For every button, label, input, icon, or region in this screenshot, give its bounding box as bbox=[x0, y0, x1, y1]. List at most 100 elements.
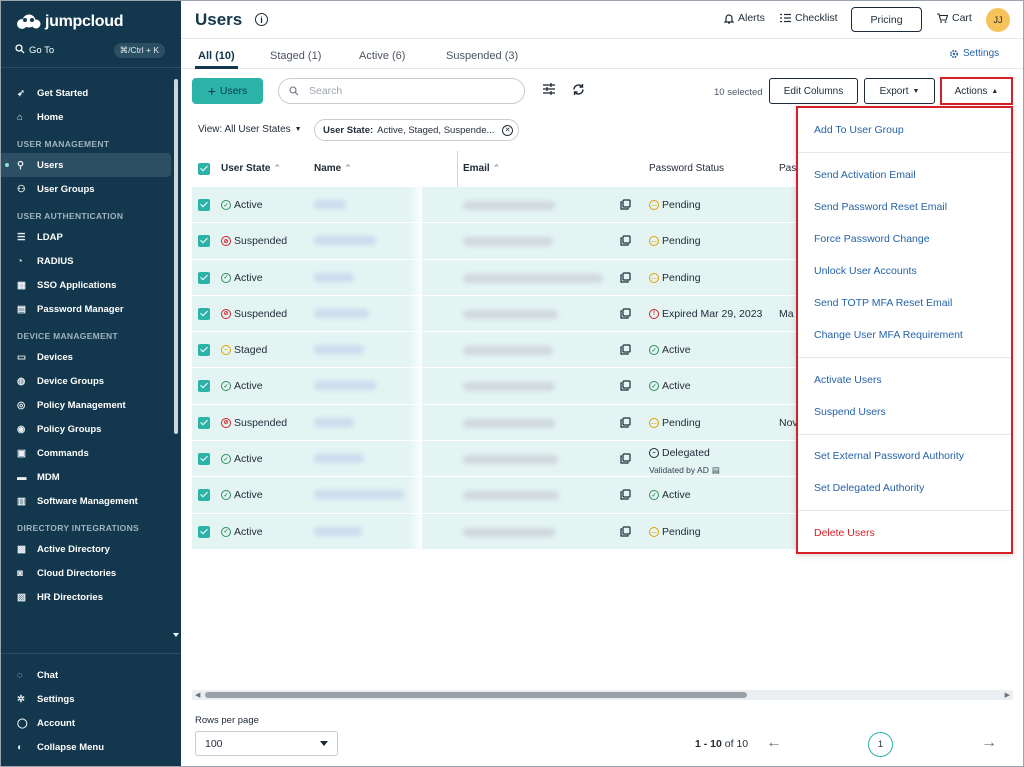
page-number-button[interactable]: 1 bbox=[868, 732, 893, 757]
redacted-name[interactable] bbox=[314, 454, 364, 464]
sidebar-item-users[interactable]: ⚲ Users bbox=[1, 153, 171, 177]
arrow-left-icon[interactable]: ← bbox=[766, 734, 782, 752]
refresh-icon[interactable] bbox=[572, 83, 585, 99]
pricing-button[interactable]: Pricing bbox=[851, 7, 922, 32]
table-row[interactable]: ✓ Active … Pending bbox=[192, 513, 796, 550]
sidebar-item-get-started[interactable]: ➶ Get Started bbox=[1, 81, 181, 105]
copy-icon[interactable] bbox=[620, 344, 631, 355]
redacted-name[interactable] bbox=[314, 526, 362, 536]
menu-item-unlock-user-accounts[interactable]: Unlock User Accounts bbox=[814, 265, 917, 277]
redacted-email[interactable] bbox=[463, 309, 558, 319]
table-row[interactable]: – Staged ✓ Active bbox=[192, 332, 796, 369]
table-row[interactable]: ✓ Active – Delegated Validated by AD ▤ bbox=[192, 441, 796, 478]
copy-icon[interactable] bbox=[620, 308, 631, 319]
sidebar-scroll-down-arrow[interactable] bbox=[173, 633, 179, 637]
scroll-right-arrow[interactable]: ▶ bbox=[1005, 691, 1010, 699]
sidebar-item-sso-applications[interactable]: ▦ SSO Applications bbox=[1, 273, 181, 297]
row-checkbox[interactable] bbox=[198, 525, 210, 538]
search-input[interactable]: Search bbox=[278, 78, 525, 104]
sidebar-item-active-directory[interactable]: ▩ Active Directory bbox=[1, 537, 181, 561]
view-filter-dropdown[interactable]: View: All User States ▼ bbox=[198, 124, 302, 135]
sidebar-item-account[interactable]: ◯ Account bbox=[1, 711, 181, 735]
rows-per-page-select[interactable]: 100 bbox=[195, 731, 338, 756]
redacted-email[interactable] bbox=[463, 346, 553, 356]
copy-icon[interactable] bbox=[620, 380, 631, 392]
redacted-email[interactable] bbox=[463, 527, 555, 537]
redacted-name[interactable] bbox=[314, 272, 354, 282]
redacted-name[interactable] bbox=[314, 417, 354, 427]
tab-staged[interactable]: Staged (1) bbox=[270, 50, 321, 62]
sidebar-item-devices[interactable]: ▭ Devices bbox=[1, 345, 181, 369]
column-name[interactable]: Name ⌃ bbox=[314, 163, 352, 174]
sidebar-item-collapse-menu[interactable]: ◐ Collapse Menu bbox=[1, 735, 181, 759]
sidebar-item-home[interactable]: ⌂ Home bbox=[1, 105, 181, 129]
avatar[interactable]: JJ bbox=[986, 8, 1010, 32]
row-checkbox[interactable] bbox=[198, 235, 210, 248]
copy-icon[interactable] bbox=[620, 526, 631, 537]
sidebar-item-chat[interactable]: ◌ Chat bbox=[1, 663, 181, 687]
menu-item-suspend-users[interactable]: Suspend Users bbox=[814, 406, 886, 418]
horizontal-scroll-thumb[interactable] bbox=[205, 692, 747, 698]
redacted-name[interactable] bbox=[314, 200, 346, 209]
sidebar-item-policy-groups[interactable]: ◉ Policy Groups bbox=[1, 417, 181, 441]
sidebar-item-password-manager[interactable]: ▤ Password Manager bbox=[1, 297, 181, 321]
column-password-extra[interactable]: Pas bbox=[779, 163, 796, 174]
copy-icon[interactable] bbox=[620, 453, 631, 464]
copy-icon[interactable] bbox=[620, 199, 631, 210]
row-checkbox[interactable] bbox=[198, 380, 210, 393]
copy-icon[interactable] bbox=[620, 417, 631, 428]
goto-search[interactable]: Go To ⌘/Ctrl + K bbox=[15, 41, 165, 59]
column-divider[interactable] bbox=[457, 151, 458, 187]
table-row[interactable]: ✓ Active ✓ Active bbox=[192, 368, 796, 405]
menu-item-send-password-reset-email[interactable]: Send Password Reset Email bbox=[814, 201, 947, 213]
row-checkbox[interactable] bbox=[198, 199, 210, 211]
table-row[interactable]: ⊘ Suspended! Expired Mar 29, 2023 Ma bbox=[192, 295, 796, 333]
sidebar-item-ldap[interactable]: ☰ LDAP bbox=[1, 225, 181, 249]
sidebar-item-commands[interactable]: ▣ Commands bbox=[1, 441, 181, 465]
redacted-name[interactable] bbox=[314, 381, 376, 391]
row-checkbox[interactable] bbox=[198, 416, 210, 429]
filter-sliders-icon[interactable] bbox=[543, 83, 555, 98]
arrow-right-icon[interactable]: → bbox=[981, 734, 997, 752]
menu-item-send-activation-email[interactable]: Send Activation Email bbox=[814, 169, 916, 181]
user-state-filter-chip[interactable]: User State: Active, Staged, Suspende... … bbox=[314, 119, 519, 141]
row-checkbox[interactable] bbox=[198, 271, 210, 284]
jumpcloud-logo[interactable]: jumpcloud bbox=[15, 11, 123, 33]
redacted-name[interactable] bbox=[314, 308, 369, 318]
tab-all[interactable]: All (10) bbox=[198, 50, 235, 62]
row-checkbox[interactable] bbox=[198, 344, 210, 357]
select-all-checkbox[interactable] bbox=[198, 163, 210, 175]
copy-icon[interactable] bbox=[620, 489, 631, 500]
row-checkbox[interactable] bbox=[198, 453, 210, 466]
sidebar-item-cloud-directories[interactable]: ◙ Cloud Directories bbox=[1, 561, 181, 585]
menu-item-delete-users[interactable]: Delete Users bbox=[814, 527, 875, 539]
sidebar-item-software-management[interactable]: ▥ Software Management bbox=[1, 489, 181, 513]
redacted-email[interactable] bbox=[463, 455, 558, 465]
sidebar-item-mdm[interactable]: ▬ MDM bbox=[1, 465, 181, 489]
tab-suspended[interactable]: Suspended (3) bbox=[446, 50, 518, 62]
sidebar-scrollbar[interactable] bbox=[174, 79, 178, 434]
edit-columns-button[interactable]: Edit Columns bbox=[769, 78, 858, 104]
table-row[interactable]: ⊘ Suspended … Pending Nov bbox=[192, 404, 798, 442]
redacted-email[interactable] bbox=[463, 418, 555, 428]
sidebar-item-policy-management[interactable]: ◎ Policy Management bbox=[1, 393, 181, 417]
checklist-button[interactable]: Checklist bbox=[780, 12, 838, 24]
tab-active[interactable]: Active (6) bbox=[359, 50, 405, 62]
table-row[interactable]: ⊘ Suspended … Pending bbox=[192, 223, 796, 260]
cart-button[interactable]: Cart bbox=[937, 12, 972, 24]
redacted-name[interactable] bbox=[314, 490, 404, 500]
menu-item-set-external-password-authority[interactable]: Set External Password Authority bbox=[814, 450, 964, 462]
row-checkbox[interactable] bbox=[198, 489, 210, 502]
sidebar-item-radius[interactable]: ◔ RADIUS bbox=[1, 249, 181, 273]
redacted-email[interactable] bbox=[463, 491, 559, 501]
column-password-status[interactable]: Password Status bbox=[649, 163, 724, 174]
settings-link[interactable]: Settings bbox=[949, 48, 999, 59]
redacted-name[interactable] bbox=[314, 345, 364, 355]
redacted-email[interactable] bbox=[463, 273, 603, 283]
scroll-left-arrow[interactable]: ◀ bbox=[195, 691, 200, 699]
copy-icon[interactable] bbox=[620, 271, 631, 283]
sidebar-item-settings[interactable]: ✲ Settings bbox=[1, 687, 181, 711]
redacted-email[interactable] bbox=[463, 382, 555, 392]
column-user-state[interactable]: User State ⌃ bbox=[221, 163, 281, 174]
redacted-email[interactable] bbox=[463, 201, 555, 210]
